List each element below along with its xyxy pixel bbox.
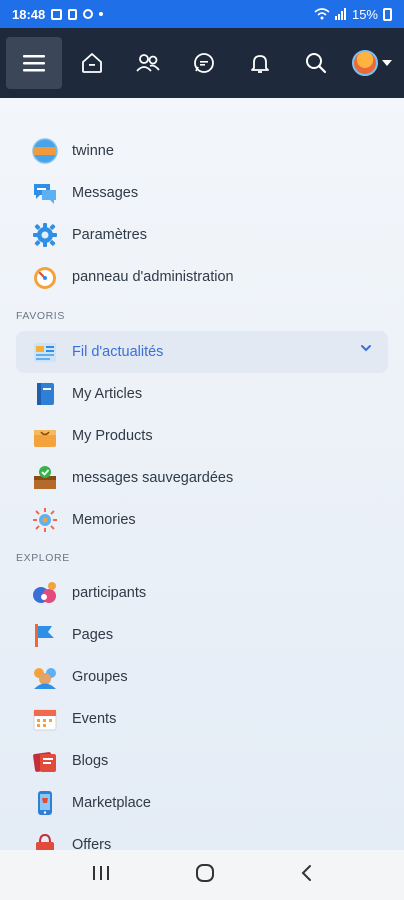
menu-item-label: Events (72, 711, 117, 727)
chevron-down-icon[interactable] (360, 343, 372, 353)
battery-percent: 15% (351, 6, 378, 22)
section-title-favoris: FAVORIS (16, 310, 65, 322)
menu-item-memories[interactable]: Memories (16, 499, 388, 541)
menu-item-label: Marketplace (72, 795, 151, 811)
menu-item-participants[interactable]: participants (16, 572, 388, 614)
shopping-bag-icon (32, 423, 58, 449)
menu-item-label: Messages (72, 185, 139, 201)
search-icon (306, 53, 327, 74)
menu-item-events[interactable]: Events (16, 698, 388, 740)
back-icon (301, 864, 311, 881)
profile-avatar-icon (32, 138, 58, 164)
notifications-button[interactable] (232, 37, 288, 89)
groups-icon (32, 664, 58, 690)
menu-item-label: participants (72, 585, 147, 601)
chat-bubbles-icon (32, 180, 58, 206)
menu-item-label: Groupes (72, 669, 128, 685)
menu-item-saved-messages[interactable]: messages sauvegardées (16, 457, 388, 499)
chevron-down-icon (382, 60, 392, 66)
bell-icon (251, 55, 269, 73)
menu-item-label: Blogs (72, 753, 109, 769)
clipboard-icon (68, 8, 78, 20)
search-button[interactable] (288, 37, 344, 89)
recent-apps-button[interactable] (92, 865, 110, 886)
menu-item-groups[interactable]: Groupes (16, 656, 388, 698)
menu-item-label: messages sauvegardées (72, 470, 234, 486)
menu-item-label: My Products (72, 428, 153, 444)
gear-icon (32, 222, 58, 248)
home-system-button[interactable] (195, 863, 215, 888)
menu-item-newsfeed[interactable]: Fil d'actualités (16, 331, 388, 373)
clock: 18:48 (12, 6, 46, 22)
menu-item-profile[interactable]: twinne (16, 130, 388, 172)
side-menu: twinne Messages Paramètres panneau d'adm… (0, 98, 404, 850)
menu-item-label: Memories (72, 512, 136, 528)
menu-item-marketplace[interactable]: Marketplace (16, 782, 388, 824)
menu-item-label: panneau d'administration (72, 269, 234, 285)
avatar (352, 50, 378, 76)
menu-item-messages[interactable]: Messages (16, 172, 388, 214)
home-circle-icon (195, 863, 214, 882)
hamburger-menu-button[interactable] (6, 37, 62, 89)
hamburger-icon (23, 55, 45, 72)
menu-item-pages[interactable]: Pages (16, 614, 388, 656)
blog-icon (32, 748, 58, 774)
gallery-icon (51, 8, 63, 20)
signal-icon (334, 8, 346, 20)
newsfeed-icon (32, 339, 58, 365)
friends-button[interactable] (120, 37, 176, 89)
home-button[interactable] (64, 37, 120, 89)
menu-item-settings[interactable]: Paramètres (16, 214, 388, 256)
calendar-icon (32, 706, 58, 732)
menu-item-blogs[interactable]: Blogs (16, 740, 388, 782)
status-bar: 18:48 15% (0, 0, 404, 28)
flag-icon (32, 622, 58, 648)
chat-icon (194, 53, 214, 73)
participants-icon (32, 580, 58, 606)
menu-item-label: My Articles (72, 386, 143, 402)
recent-apps-icon (93, 865, 110, 880)
friends-icon (136, 54, 160, 72)
wifi-icon (314, 8, 330, 20)
settings-notification-icon (83, 9, 94, 19)
menu-item-my-products[interactable]: My Products (16, 415, 388, 457)
memories-icon (32, 507, 58, 533)
messages-button[interactable] (176, 37, 232, 89)
home-icon (82, 53, 102, 73)
section-title-explore: EXPLORE (16, 552, 70, 564)
notebook-icon (32, 381, 58, 407)
more-notifications-icon (99, 12, 104, 16)
profile-menu-button[interactable] (352, 50, 392, 76)
menu-item-label: Fil d'actualités (72, 344, 164, 360)
menu-item-label: Paramètres (72, 227, 147, 243)
menu-item-label: twinne (72, 143, 114, 159)
menu-item-offers[interactable]: Offers (16, 824, 388, 850)
marketplace-phone-icon (32, 790, 58, 816)
offers-icon (32, 832, 58, 850)
menu-item-label: Offers (72, 837, 112, 850)
top-navigation (0, 28, 404, 98)
menu-item-label: Pages (72, 627, 114, 643)
menu-item-my-articles[interactable]: My Articles (16, 373, 388, 415)
saved-box-icon (32, 465, 58, 491)
menu-item-admin-panel[interactable]: panneau d'administration (16, 256, 388, 298)
battery-icon (383, 7, 392, 21)
system-navigation-bar (0, 850, 404, 900)
back-button[interactable] (300, 864, 312, 887)
speedometer-icon (32, 264, 58, 290)
